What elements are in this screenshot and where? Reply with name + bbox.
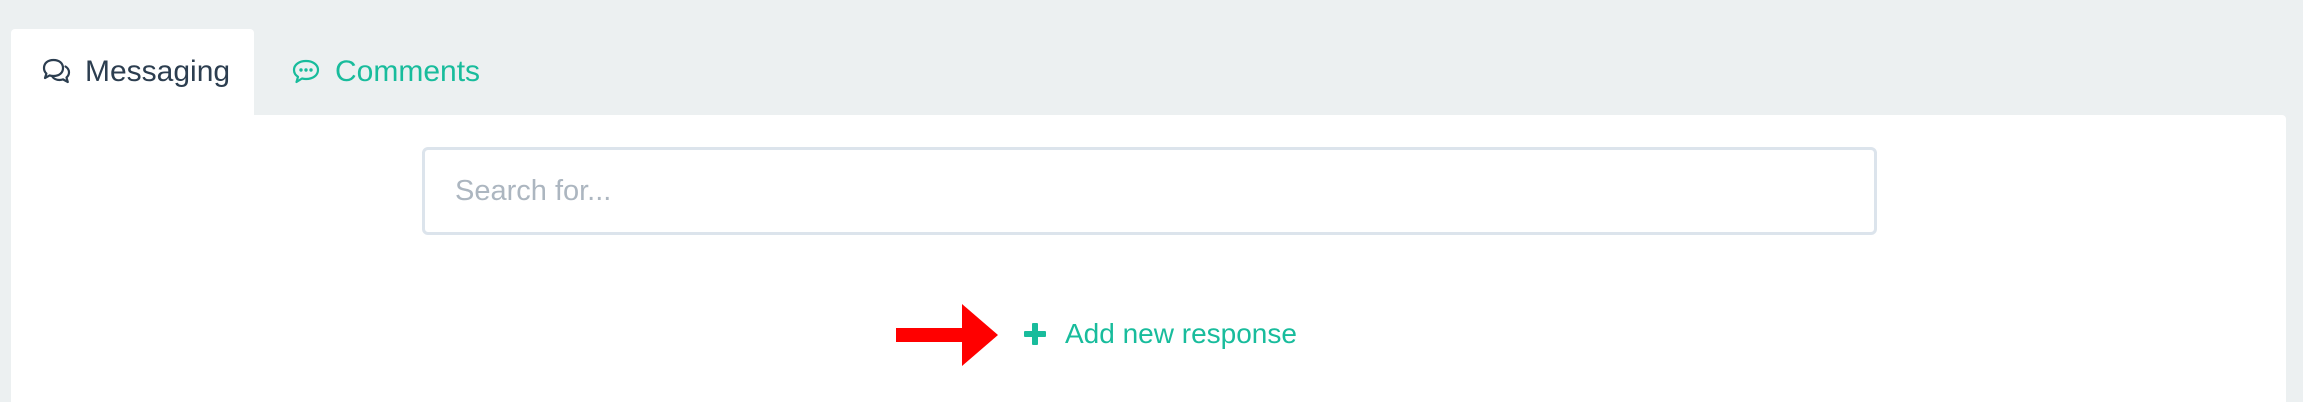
red-arrow-icon <box>896 304 998 366</box>
tab-comments-label: Comments <box>335 55 481 88</box>
search-input[interactable] <box>422 147 1877 235</box>
comments-outline-icon <box>41 57 71 87</box>
response-templates-view: Messaging Comments Add new res <box>0 0 2303 402</box>
tab-bar: Messaging Comments <box>11 29 480 115</box>
comment-dots-icon <box>291 57 321 87</box>
tab-messaging[interactable]: Messaging <box>11 29 254 115</box>
add-new-response-label: Add new response <box>1065 318 1297 349</box>
tab-comments[interactable]: Comments <box>254 29 480 115</box>
plus-icon <box>1024 323 1046 345</box>
tab-messaging-label: Messaging <box>85 55 231 88</box>
add-new-response-button[interactable]: Add new response <box>1024 318 1297 350</box>
